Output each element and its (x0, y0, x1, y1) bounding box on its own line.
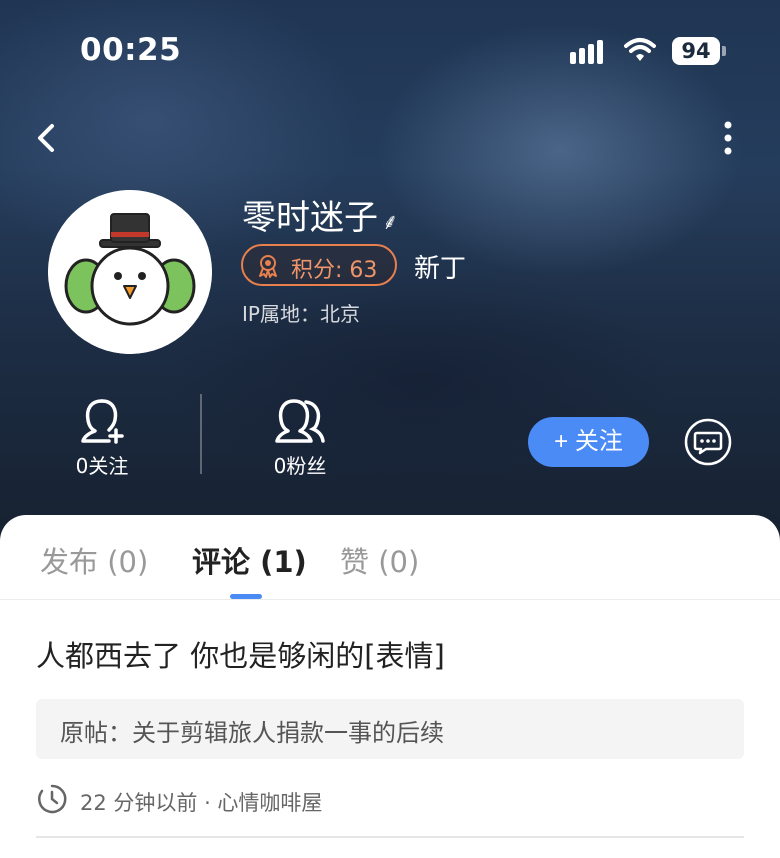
original-post-link[interactable]: 原帖：关于剪辑旅人捐款一事的后续 (36, 699, 744, 759)
medal-icon (259, 255, 277, 278)
status-time: 00:25 (80, 32, 182, 68)
content-card: 发布 (0) 评论 (1) 赞 (0) 人都西去了 你也是够闲的[表情] 原帖：… (0, 515, 780, 858)
tab-likes[interactable]: 赞 (0) (340, 539, 419, 581)
follow-button[interactable]: + 关注 (528, 417, 649, 467)
username: 零时迷子 ⸙ (242, 198, 401, 238)
comment-meta: 22 分钟以前 · 心情咖啡屋 (80, 791, 323, 815)
chat-bubble-icon[interactable] (684, 418, 732, 466)
points-label: 积分: 63 (291, 258, 378, 283)
back-icon[interactable] (30, 118, 66, 158)
user-rank: 新丁 (414, 254, 467, 284)
followers-label: 0粉丝 (273, 454, 327, 478)
battery-level: 94 (681, 39, 711, 63)
stats-divider (200, 394, 202, 474)
ip-location: IP属地：北京 (242, 302, 360, 326)
tab-divider (0, 599, 780, 600)
points-badge[interactable]: 积分: 63 (241, 244, 397, 286)
followers-stat[interactable]: 0粉丝 (230, 398, 370, 480)
wifi-icon (624, 38, 656, 61)
following-label: 0关注 (75, 454, 129, 478)
following-stat[interactable]: 0关注 (32, 398, 172, 480)
list-divider (36, 836, 744, 838)
followers-icon (275, 399, 325, 443)
tab-comments[interactable]: 评论 (1) (192, 539, 307, 581)
avatar[interactable] (48, 190, 212, 354)
more-options-icon[interactable] (712, 118, 744, 158)
clock-icon (38, 784, 67, 814)
comment-text[interactable]: 人都西去了 你也是够闲的[表情] (36, 633, 445, 675)
original-post-title: 原帖：关于剪辑旅人捐款一事的后续 (60, 719, 444, 747)
cellular-signal-icon (570, 38, 610, 64)
following-icon (81, 399, 124, 444)
tab-posts[interactable]: 发布 (0) (40, 539, 148, 581)
battery-icon: 94 (672, 37, 726, 65)
